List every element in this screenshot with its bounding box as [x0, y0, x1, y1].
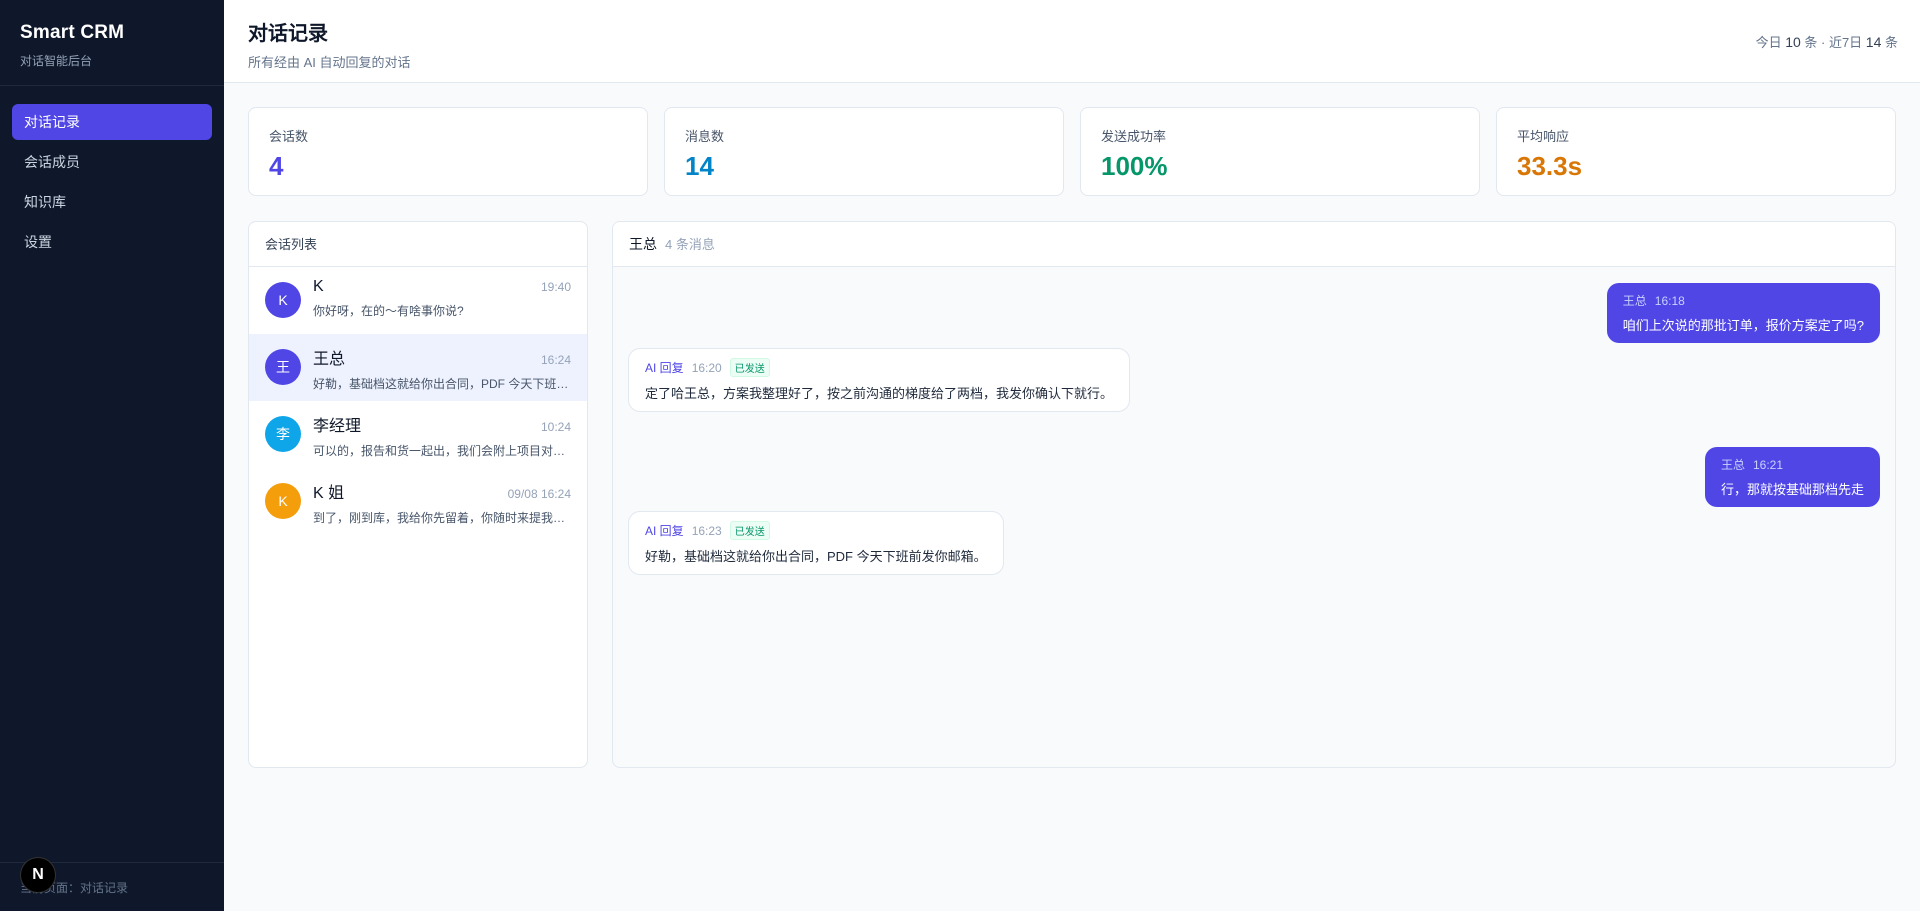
stat-cards: 会话数 4 消息数 14 发送成功率 100% 平均响应 33.3s [248, 107, 1896, 196]
week-label: 条 · 近7日 [1800, 35, 1866, 50]
stat-value: 100% [1101, 151, 1168, 181]
page-subtitle: 所有经由 AI 自动回复的对话 [248, 55, 411, 70]
stat-value: 14 [685, 151, 714, 181]
message-meta: AI 回复 16:20 已发送 [645, 358, 1113, 377]
stat-label: 平均响应 [1517, 129, 1570, 144]
conversation-list-title: 会话列表 [249, 222, 587, 267]
chat-contact-name: 王总 [629, 236, 657, 252]
conversation-preview: 好勒，基础档这就给你出合同，PDF 今天下班前发你邮箱。 [313, 377, 571, 391]
conversation-top: 王总 16:24 [313, 345, 571, 369]
message-bubble-outgoing: 王总 16:18 咱们上次说的那批订单，报价方案定了吗? [1606, 283, 1880, 343]
message-sender: AI 回复 [645, 524, 684, 538]
message-text: 行，那就按基础那档先走 [1720, 482, 1864, 497]
chat-message-count: 4 条消息 [665, 237, 715, 252]
conversation-top: K 姐 09/08 16:24 [313, 479, 571, 503]
message-meta: 王总 16:21 [1721, 456, 1864, 473]
stat-card-sessions: 会话数 4 [248, 107, 648, 196]
message-sender: 王总 [1720, 458, 1745, 472]
stat-label: 发送成功率 [1101, 129, 1167, 144]
message-time: 16:18 [1654, 293, 1685, 308]
status-badge: 已发送 [729, 358, 770, 377]
conversation-list-panel: 会话列表 K K 19:40 你好呀，在的～有啥事你说? 王 王总 16:24 … [248, 221, 588, 768]
message-sender: 王总 [1622, 294, 1647, 308]
message-time: 16:21 [1753, 457, 1784, 472]
page-title: 对话记录 [248, 23, 328, 45]
stat-card-messages: 消息数 14 [664, 107, 1064, 196]
week-count: 14 [1865, 34, 1882, 50]
conversation-body: 李经理 10:24 可以的，报告和货一起出，我们会附上项目对接人的联系方式。 [313, 412, 571, 458]
sidebar-nav: 对话记录 会话成员 知识库 设置 [0, 86, 224, 260]
conversation-preview: 到了，刚到库，我给你先留着，你随时来提我这边都在。 [313, 511, 571, 525]
conversation-time: 16:24 [540, 353, 571, 367]
message-meta: AI 回复 16:23 已发送 [645, 521, 987, 540]
stat-card-success-rate: 发送成功率 100% [1080, 107, 1480, 196]
conversation-body: K 姐 09/08 16:24 到了，刚到库，我给你先留着，你随时来提我这边都在… [313, 479, 571, 525]
conversation-time: 19:40 [540, 280, 571, 294]
status-badge: 已发送 [729, 521, 770, 540]
conversation-item[interactable]: K K 姐 09/08 16:24 到了，刚到库，我给你先留着，你随时来提我这边… [249, 468, 587, 535]
conversation-preview: 可以的，报告和货一起出，我们会附上项目对接人的联系方式。 [313, 444, 571, 458]
conversation-preview: 你好呀，在的～有啥事你说? [313, 304, 464, 318]
message-text: 定了哈王总，方案我整理好了，按之前沟通的梯度给了两档，我发你确认下就行。 [645, 386, 1114, 401]
conversation-item[interactable]: 李 李经理 10:24 可以的，报告和货一起出，我们会附上项目对接人的联系方式。 [249, 401, 587, 468]
conversation-time: 10:24 [540, 420, 571, 434]
conversation-top: 李经理 10:24 [313, 412, 571, 436]
brand-subtitle: 对话智能后台 [20, 54, 93, 68]
conversation-name: 李经理 [313, 418, 362, 435]
today-label: 今日 [1755, 35, 1786, 50]
brand: Smart CRM 对话智能后台 [0, 0, 224, 86]
chat-header: 王总 4 条消息 [613, 222, 1895, 267]
sidebar-item-conversations[interactable]: 对话记录 [12, 104, 212, 140]
main-content: 对话记录 所有经由 AI 自动回复的对话 今日 10 条 · 近7日 14 条 … [224, 0, 1920, 911]
message-bubble-outgoing: 王总 16:21 行，那就按基础那档先走 [1704, 447, 1880, 507]
today-count: 10 [1785, 34, 1801, 50]
next-dev-badge-icon[interactable]: N [21, 858, 55, 892]
conversation-item[interactable]: 王 王总 16:24 好勒，基础档这就给你出合同，PDF 今天下班前发你邮箱。 [249, 334, 587, 401]
stat-card-avg-response: 平均响应 33.3s [1496, 107, 1896, 196]
chat-panel: 王总 4 条消息 王总 16:18 咱们上次说的那批订单，报价方案定了吗? AI … [612, 221, 1896, 768]
conversation-name: 王总 [313, 351, 346, 368]
sidebar-item-members[interactable]: 会话成员 [12, 144, 212, 180]
message-bubble-ai-reply: AI 回复 16:20 已发送 定了哈王总，方案我整理好了，按之前沟通的梯度给了… [628, 348, 1131, 412]
page-header: 对话记录 所有经由 AI 自动回复的对话 今日 10 条 · 近7日 14 条 [224, 0, 1920, 83]
message-text: 咱们上次说的那批订单，报价方案定了吗? [1622, 318, 1864, 333]
avatar: K [265, 282, 301, 318]
message-meta: 王总 16:18 [1623, 292, 1864, 309]
message-sender: AI 回复 [645, 361, 684, 375]
message-time: 16:20 [691, 360, 722, 375]
sidebar: Smart CRM 对话智能后台 对话记录 会话成员 知识库 设置 当前页面：对… [0, 0, 224, 911]
avatar: 李 [265, 416, 301, 452]
conversation-top: K 19:40 [313, 278, 571, 296]
stat-label: 会话数 [269, 129, 309, 144]
conversation-body: K 19:40 你好呀，在的～有啥事你说? [313, 278, 571, 323]
message-bubble-ai-reply: AI 回复 16:23 已发送 好勒，基础档这就给你出合同，PDF 今天下班前发… [628, 511, 1004, 575]
stats-suffix: 条 [1881, 35, 1898, 50]
stat-label: 消息数 [685, 129, 725, 144]
brand-title: Smart CRM [20, 22, 125, 43]
conversation-name: K [313, 278, 324, 295]
header-message-stats: 今日 10 条 · 近7日 14 条 [1756, 32, 1898, 51]
conversation-body: 王总 16:24 好勒，基础档这就给你出合同，PDF 今天下班前发你邮箱。 [313, 345, 571, 391]
stat-value: 33.3s [1517, 151, 1583, 181]
conversation-item[interactable]: K K 19:40 你好呀，在的～有啥事你说? [249, 267, 587, 334]
message-time: 16:23 [691, 523, 722, 538]
sidebar-item-settings[interactable]: 设置 [12, 224, 212, 260]
avatar: 王 [265, 349, 301, 385]
conversation-name: K 姐 [313, 485, 345, 502]
sidebar-item-knowledge-base[interactable]: 知识库 [12, 184, 212, 220]
stat-value: 4 [269, 151, 284, 181]
conversation-time: 09/08 16:24 [507, 487, 571, 501]
message-text: 好勒，基础档这就给你出合同，PDF 今天下班前发你邮箱。 [645, 549, 987, 564]
avatar: K [265, 483, 301, 519]
